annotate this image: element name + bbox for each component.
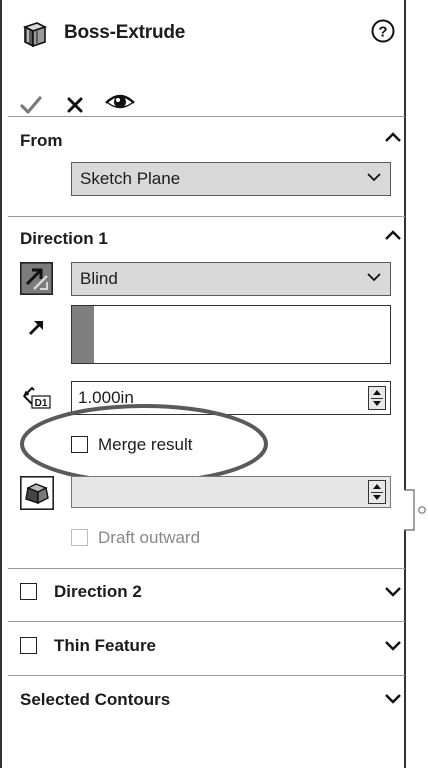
chevron-down-icon[interactable] <box>384 692 402 704</box>
start-condition-value: Sketch Plane <box>80 169 181 188</box>
separator <box>8 568 405 569</box>
feature-title: Boss-Extrude <box>64 22 186 43</box>
separator <box>8 116 405 117</box>
draft-angle-input[interactable] <box>71 476 391 508</box>
checkmark-icon[interactable] <box>20 95 42 115</box>
help-icon[interactable]: ? <box>370 18 396 44</box>
chevron-down-icon <box>367 273 381 282</box>
thin-feature-label[interactable]: Thin Feature <box>54 636 156 656</box>
close-icon[interactable] <box>66 96 84 114</box>
eye-icon[interactable] <box>104 90 136 114</box>
merge-result-label[interactable]: Merge result <box>98 435 192 455</box>
selected-contours-heading[interactable]: Selected Contours <box>20 690 170 710</box>
chevron-up-icon[interactable] <box>384 131 402 143</box>
draft-angle-spinner[interactable] <box>368 480 386 504</box>
end-condition-dropdown[interactable]: Blind <box>71 262 391 296</box>
thin-feature-checkbox[interactable] <box>20 637 37 654</box>
direction2-checkbox[interactable] <box>20 583 37 600</box>
reverse-direction-icon[interactable] <box>20 262 53 295</box>
chevron-up-icon[interactable] <box>384 229 402 241</box>
direction1-section-heading: Direction 1 <box>20 229 108 248</box>
end-condition-value: Blind <box>80 269 118 288</box>
draft-outward-label[interactable]: Draft outward <box>98 528 200 548</box>
separator <box>8 216 405 217</box>
draft-outward-checkbox[interactable] <box>71 529 88 546</box>
svg-text:?: ? <box>378 24 387 41</box>
from-section-heading: From <box>20 131 63 150</box>
direction-arrow-icon <box>29 321 43 335</box>
boss-extrude-feature-icon <box>22 22 48 48</box>
chevron-down-icon[interactable] <box>384 639 402 651</box>
start-condition-dropdown[interactable]: Sketch Plane <box>71 162 391 196</box>
direction-of-extrusion-selection-box[interactable] <box>71 305 391 364</box>
chevron-down-icon <box>367 173 381 182</box>
merge-result-checkbox[interactable] <box>71 436 88 453</box>
direction2-label[interactable]: Direction 2 <box>54 582 142 602</box>
depth-spinner[interactable] <box>368 386 386 410</box>
separator <box>8 621 405 622</box>
chevron-down-icon[interactable] <box>384 585 402 597</box>
panel-resize-handle[interactable] <box>404 488 428 532</box>
draft-on-off-icon[interactable] <box>20 476 54 510</box>
selection-color-bar <box>72 306 94 363</box>
separator <box>8 675 405 676</box>
